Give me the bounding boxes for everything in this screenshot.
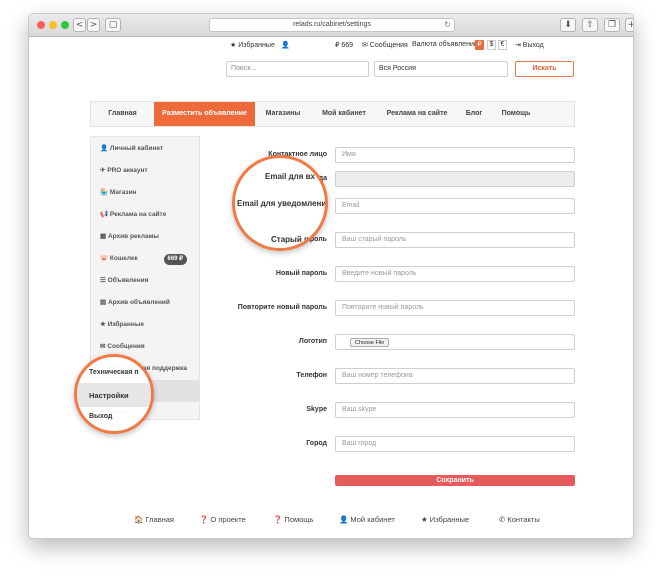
notify-email-input[interactable]: Email [335,198,575,214]
nav-post-ad[interactable]: Разместить объявление [154,102,255,126]
magnifier-line-1: Email для вх [265,172,315,181]
title-bar: < > ▢ relads.ru/cabinet/settings ↻ ⬇ ⇧ ❐… [29,14,633,37]
sidebar-item-listings[interactable]: ☰ Объявления [91,270,199,292]
footer-favorites[interactable]: ★ Избранные [421,515,469,524]
magnifier-form-labels: Email для вх Email для уведомлени Старый… [232,155,328,251]
close-dot[interactable] [37,21,45,29]
magnifier-sidebar: Техническая п Настройки Выход [74,354,154,434]
footer-cabinet[interactable]: 👤 Мой кабинет [339,515,395,524]
sidebar-toggle-button[interactable]: ▢ [105,18,121,32]
address-bar[interactable]: relads.ru/cabinet/settings ↻ [209,18,455,32]
new-password-input[interactable]: Введите новый пароль [335,266,575,282]
sidebar-item-listings-archive[interactable]: ▤ Архив объявлений [91,292,199,314]
currency-label: Валюта объявлений: [412,41,480,48]
browser-window: < > ▢ relads.ru/cabinet/settings ↻ ⬇ ⇧ ❐… [28,13,634,539]
contact-input[interactable]: Имя [335,147,575,163]
login-email-input [335,171,575,187]
old-password-input[interactable]: Ваш старый пароль [335,232,575,248]
download-icon[interactable]: ⬇ [560,18,576,32]
sidebar-item-ads-archive[interactable]: ▦ Архив рекламы [91,226,199,248]
phone-input[interactable]: Ваш номер телефона [335,368,575,384]
wallet-label: 🐷 Кошелек [100,255,138,262]
nav-cabinet[interactable]: Мой кабинет [311,102,377,126]
refresh-icon[interactable]: ↻ [444,19,451,31]
magnifier-line-3: Старый п [271,235,309,244]
new-tab-icon[interactable]: + [625,18,633,32]
balance-link[interactable]: ₽ 669 [335,41,353,49]
skype-input[interactable]: Ваш skype [335,402,575,418]
share-icon[interactable]: ⇧ [582,18,598,32]
url-text: relads.ru/cabinet/settings [293,21,371,28]
nav-home[interactable]: Главная [91,102,154,126]
new-password-label: Новый пароль [275,270,327,277]
main-nav: Главная Разместить объявление Магазины М… [90,101,575,127]
nav-advertising[interactable]: Реклама на сайте [377,102,457,126]
favorites-link[interactable]: ★ Избранные [230,41,275,49]
city-label: Город [306,440,327,447]
nav-help[interactable]: Помощь [491,102,541,126]
magnifier2-line-3: Выход [89,413,113,420]
profile-icon[interactable]: 👤 [281,41,290,49]
repeat-password-input[interactable]: Повторите новый пароль [335,300,575,316]
magnifier-line-2: Email для уведомлени [237,199,327,208]
phone-label: Телефон [296,372,327,379]
magnifier2-line-1: Техническая п [89,369,139,376]
forward-button[interactable]: > [87,18,100,32]
currency-eur[interactable]: € [498,40,507,50]
messages-link[interactable]: ✉ Сообщения [362,41,408,49]
zoom-dot[interactable] [61,21,69,29]
nav-shops[interactable]: Магазины [255,102,311,126]
sidebar-item-cabinet[interactable]: 👤 Личный кабинет [91,138,199,160]
choose-file-button[interactable]: Choose File [350,338,390,347]
sidebar-item-ads[interactable]: 📢 Реклама на сайте [91,204,199,226]
sidebar-item-pro[interactable]: ✈ PRO аккаунт [91,160,199,182]
city-input[interactable]: Ваш город [335,436,575,452]
footer-help[interactable]: ❓ Помощь [273,515,313,524]
search-input[interactable]: Поиск... [226,61,369,77]
logout-link[interactable]: ⇥ Выход [515,41,544,49]
region-select[interactable]: Вся Россия [374,61,508,77]
sidebar-item-wallet[interactable]: 🐷 Кошелек 669 ₽ [91,248,199,270]
footer-home[interactable]: 🏠 Главная [134,515,174,524]
sidebar-item-favorites[interactable]: ★ Избранные [91,314,199,336]
wallet-badge: 669 ₽ [163,254,187,265]
repeat-password-label: Повторите новый пароль [237,304,327,311]
currency-rub[interactable]: ₽ [475,40,484,50]
tabs-icon[interactable]: ❐ [604,18,620,32]
magnifier2-line-2: Настройки [89,391,129,400]
search-button[interactable]: Искать [515,61,574,77]
minimize-dot[interactable] [49,21,57,29]
nav-blog[interactable]: Блог [457,102,491,126]
currency-usd[interactable]: $ [487,40,496,50]
save-button[interactable]: Сохранить [335,475,575,486]
skype-label: Skype [306,406,327,413]
footer-about[interactable]: ❓ О проекте [199,515,246,524]
sidebar-item-shop[interactable]: 🏪 Магазин [91,182,199,204]
back-button[interactable]: < [73,18,86,32]
logo-file-input: Choose File [335,334,575,350]
logo-label: Логотип [298,338,327,345]
footer-contacts[interactable]: ✆ Контакты [499,515,540,524]
